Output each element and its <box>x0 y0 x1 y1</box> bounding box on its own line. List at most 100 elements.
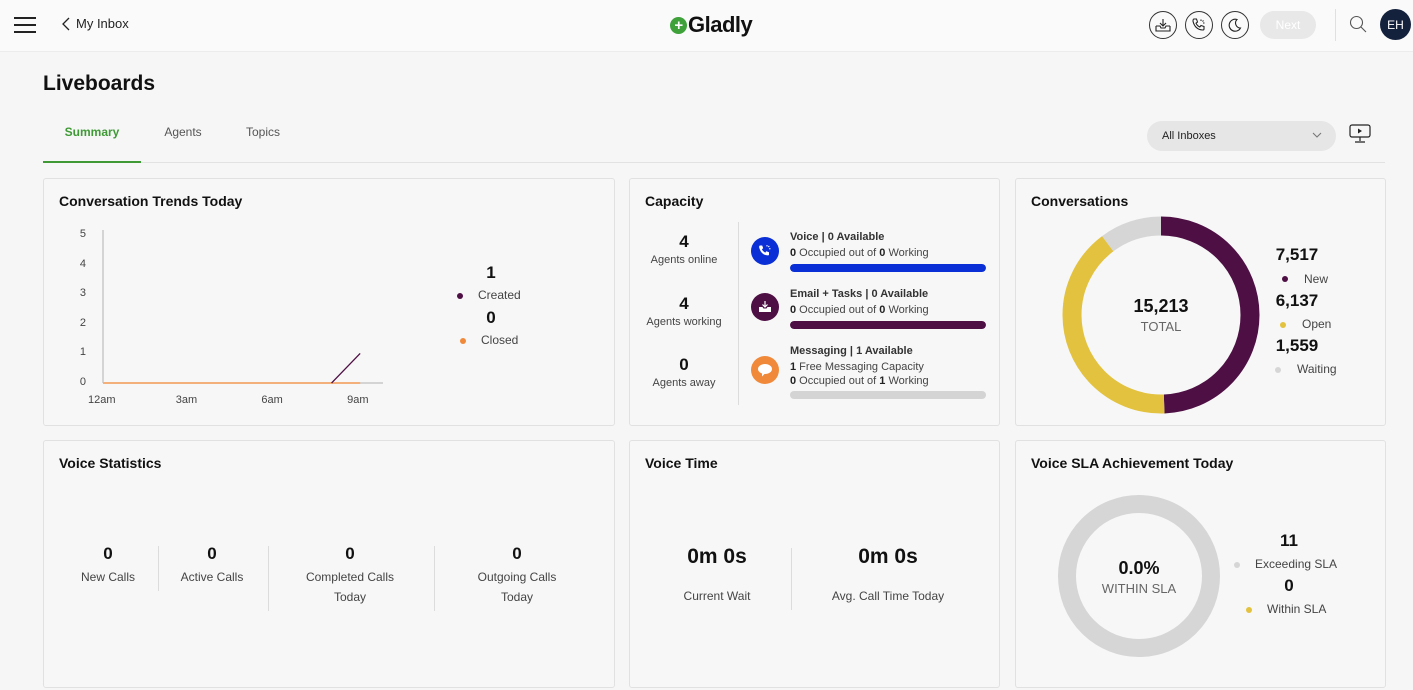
email-channel-title: Email + Tasks | 0 Available <box>790 288 929 300</box>
sla-percent-label: WITHIN SLA <box>1101 581 1177 596</box>
search-icon <box>1349 15 1367 33</box>
agents-working-count: 4 <box>679 294 689 313</box>
new-legend-dot <box>1282 276 1288 282</box>
next-button[interactable]: Next <box>1260 11 1316 39</box>
sla-percent: 0.0% <box>1118 558 1160 578</box>
avg-call-time-label: Avg. Call Time Today <box>831 589 945 603</box>
inbox-download-button[interactable] <box>1149 11 1177 39</box>
current-wait-label: Current Wait <box>683 589 751 603</box>
monitor-play-icon <box>1349 124 1371 143</box>
email-channel-icon <box>751 293 779 321</box>
x-tick-label: 3am <box>175 394 198 406</box>
agents-away-count: 0 <box>679 355 689 374</box>
tab-summary[interactable]: Summary <box>43 122 141 163</box>
closed-legend-dot <box>460 338 466 344</box>
back-label: My Inbox <box>76 16 129 31</box>
logo-text: Gladly <box>688 12 753 37</box>
stat-divider <box>434 546 435 611</box>
waiting-count: 1,559 <box>1275 336 1319 355</box>
card-title: Conversations <box>1031 193 1129 209</box>
page-title: Liveboards <box>43 72 156 95</box>
conversations-card: Conversations 15,213 TOTAL 7,517 New 6,1… <box>1015 178 1386 426</box>
agents-online-count: 4 <box>679 232 689 251</box>
messaging-channel-icon <box>751 356 779 384</box>
messaging-capacity-bar <box>790 391 986 399</box>
y-tick-label: 0 <box>79 376 86 388</box>
exceeding-sla-dot <box>1234 562 1240 568</box>
phone-status-icon <box>1192 18 1205 31</box>
within-sla-count: 0 <box>1284 576 1294 595</box>
tab-agents[interactable]: Agents <box>153 122 213 163</box>
voice-channel-icon <box>751 237 779 265</box>
gladly-logo: + Gladly <box>670 12 753 38</box>
agents-online-label: Agents online <box>650 254 718 266</box>
avg-call-time-value: 0m 0s <box>858 545 918 568</box>
y-tick-label: 4 <box>79 257 86 270</box>
logo-plus-icon: + <box>670 16 687 34</box>
card-title: Voice SLA Achievement Today <box>1031 455 1234 471</box>
voice-status-button[interactable] <box>1185 11 1213 39</box>
open-count: 6,137 <box>1275 291 1319 310</box>
created-label: Created <box>478 288 521 302</box>
tab-topics[interactable]: Topics <box>233 122 293 163</box>
chevron-left-icon <box>62 17 70 30</box>
closed-count: 0 <box>486 308 496 327</box>
conversation-trends-card: Conversation Trends Today 0 1 2 3 4 5 12am 3am 6… <box>43 178 615 426</box>
away-mode-button[interactable] <box>1221 11 1249 39</box>
active-calls-count: 0 <box>207 544 217 563</box>
menu-icon[interactable] <box>14 17 36 33</box>
active-calls-label: Active Calls <box>180 570 244 584</box>
top-bar: My Inbox + Gladly Next EH <box>0 0 1413 52</box>
inbox-select[interactable]: All Inboxes <box>1147 121 1336 151</box>
series-line-created <box>331 352 361 384</box>
inbox-download-icon <box>1155 19 1171 32</box>
messaging-occupancy: 0 Occupied out of 1 Working <box>790 375 929 387</box>
y-tick-label: 5 <box>79 228 86 240</box>
capacity-divider <box>738 222 739 405</box>
card-title: Voice Statistics <box>59 455 162 471</box>
total-label: TOTAL <box>1140 319 1182 334</box>
completed-calls-label: Completed Calls Today <box>305 570 395 604</box>
current-wait-value: 0m 0s <box>687 545 747 568</box>
y-tick-label: 2 <box>79 316 86 329</box>
x-tick-label: 12am <box>88 394 116 406</box>
capacity-card: Capacity 4 Agents online 4 Agents workin… <box>629 178 1000 426</box>
email-capacity-bar <box>790 321 986 329</box>
voice-statistics-card: Voice Statistics 0 New Calls 0 Active Ca… <box>43 440 615 688</box>
exceeding-sla-label: Exceeding SLA <box>1255 557 1338 571</box>
voice-sla-card: Voice SLA Achievement Today 0.0% WITHIN … <box>1015 440 1386 688</box>
completed-calls-count: 0 <box>345 544 355 563</box>
voice-time-card: Voice Time 0m 0s Current Wait 0m 0s Avg.… <box>629 440 1000 688</box>
x-tick-label: 6am <box>261 394 283 406</box>
messaging-free-capacity: 1 Free Messaging Capacity <box>790 361 924 373</box>
time-divider <box>791 548 792 610</box>
closed-label: Closed <box>481 333 519 347</box>
trend-chart-svg <box>102 230 383 384</box>
new-label: New <box>1304 272 1329 286</box>
card-title: Voice Time <box>645 455 718 471</box>
waiting-legend-dot <box>1275 367 1281 373</box>
email-occupancy: 0 Occupied out of 0 Working <box>790 304 929 316</box>
exceeding-sla-count: 11 <box>1280 531 1298 550</box>
waiting-label: Waiting <box>1297 362 1337 376</box>
user-avatar[interactable]: EH <box>1380 9 1411 40</box>
within-sla-label: Within SLA <box>1267 602 1327 616</box>
new-calls-count: 0 <box>103 544 113 563</box>
x-tick-label: 9am <box>347 394 369 406</box>
search-button[interactable] <box>1349 15 1367 38</box>
created-count: 1 <box>486 263 496 282</box>
chevron-down-icon <box>1312 132 1322 138</box>
new-calls-label: New Calls <box>80 570 135 584</box>
y-tick-label: 3 <box>79 287 86 300</box>
voice-capacity-bar <box>790 264 986 272</box>
agents-working-label: Agents working <box>646 316 722 328</box>
presentation-mode-button[interactable] <box>1349 124 1371 149</box>
messaging-channel-title: Messaging | 1 Available <box>790 345 913 357</box>
stat-divider <box>268 546 269 611</box>
header-divider <box>1335 9 1336 41</box>
outgoing-calls-count: 0 <box>512 544 522 563</box>
y-tick-label: 1 <box>79 346 86 359</box>
open-label: Open <box>1302 317 1332 331</box>
back-to-inbox-link[interactable]: My Inbox <box>62 16 129 31</box>
agents-away-label: Agents away <box>652 377 716 389</box>
